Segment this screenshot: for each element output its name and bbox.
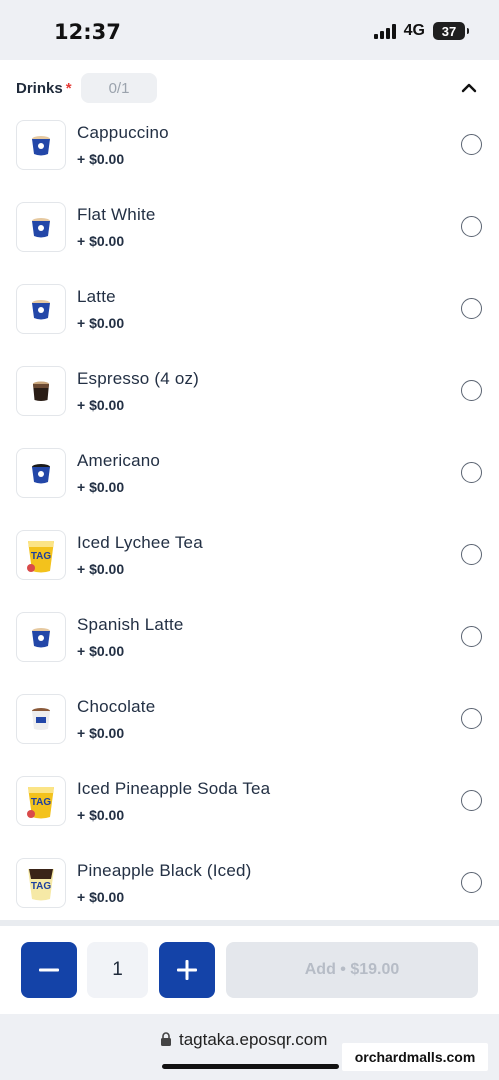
drink-price: + $0.00 — [77, 479, 125, 495]
watermark: orchardmalls.com — [342, 1043, 488, 1071]
svg-text:TAG: TAG — [31, 551, 52, 562]
drink-radio-button[interactable] — [461, 380, 482, 401]
chocolate-cup-icon — [16, 694, 66, 744]
order-footer: 1 Add • $19.00 — [0, 926, 499, 1014]
quantity-value[interactable]: 1 — [87, 942, 148, 998]
status-bar: 12:37 4G 37 — [0, 0, 499, 60]
iced-drink-icon: TAG — [16, 530, 66, 580]
drink-price: + $0.00 — [77, 561, 125, 577]
lock-icon — [161, 1032, 171, 1046]
home-indicator — [162, 1064, 339, 1069]
svg-text:TAG: TAG — [31, 881, 52, 892]
iced-dark-drink-icon: TAG — [16, 858, 66, 908]
section-title: Drinks * — [16, 80, 72, 97]
drink-option-row[interactable]: Latte + $0.00 — [0, 280, 499, 362]
status-time: 12:37 — [54, 20, 121, 44]
drink-radio-button[interactable] — [461, 462, 482, 483]
drink-option-row[interactable]: Flat White + $0.00 — [0, 198, 499, 280]
drink-option-row[interactable]: Spanish Latte + $0.00 — [0, 608, 499, 690]
chevron-up-icon[interactable] — [459, 78, 479, 98]
drink-option-row[interactable]: TAG Iced Lychee Tea + $0.00 — [0, 526, 499, 608]
add-to-order-button[interactable]: Add • $19.00 — [226, 942, 478, 998]
drink-name: Iced Lychee Tea — [77, 533, 203, 552]
svg-text:TAG: TAG — [31, 797, 52, 808]
drink-price: + $0.00 — [77, 233, 125, 249]
drink-option-row[interactable]: Espresso (4 oz) + $0.00 — [0, 362, 499, 444]
cup-icon — [16, 612, 66, 662]
drink-radio-button[interactable] — [461, 790, 482, 811]
drink-radio-button[interactable] — [461, 708, 482, 729]
drink-name: Chocolate — [77, 697, 156, 716]
drink-name: Flat White — [77, 205, 156, 224]
drink-option-row[interactable]: Americano + $0.00 — [0, 444, 499, 526]
drink-price: + $0.00 — [77, 151, 125, 167]
drink-price: + $0.00 — [77, 643, 125, 659]
cellular-signal-icon — [373, 23, 396, 39]
cup-icon — [16, 120, 66, 170]
iced-drink-icon: TAG — [16, 776, 66, 826]
plus-icon — [177, 960, 197, 980]
increase-quantity-button[interactable] — [159, 942, 215, 998]
drink-price: + $0.00 — [77, 397, 125, 413]
drink-option-row[interactable]: Chocolate + $0.00 — [0, 690, 499, 772]
drink-radio-button[interactable] — [461, 872, 482, 893]
section-title-text: Drinks — [16, 80, 63, 97]
status-indicators: 4G 37 — [373, 22, 469, 40]
selection-counter: 0/1 — [81, 73, 157, 103]
drink-price: + $0.00 — [77, 725, 125, 741]
cup-icon — [16, 284, 66, 334]
drink-price: + $0.00 — [77, 315, 125, 331]
drink-option-row[interactable]: Cappuccino + $0.00 — [0, 116, 499, 198]
drink-name: Cappuccino — [77, 123, 169, 142]
drink-name: Latte — [77, 287, 116, 306]
dark-cup-icon — [16, 448, 66, 498]
cup-icon — [16, 202, 66, 252]
drinks-section-header[interactable]: Drinks * 0/1 — [0, 60, 499, 116]
drink-radio-button[interactable] — [461, 626, 482, 647]
drink-price: + $0.00 — [77, 889, 125, 905]
decrease-quantity-button[interactable] — [21, 942, 77, 998]
drink-radio-button[interactable] — [461, 544, 482, 565]
drink-name: Pineapple Black (Iced) — [77, 861, 252, 880]
url-text[interactable]: tagtaka.eposqr.com — [179, 1030, 327, 1050]
drink-name: Americano — [77, 451, 161, 470]
battery-icon: 37 — [433, 22, 469, 40]
drink-name: Espresso (4 oz) — [77, 369, 200, 388]
drink-price: + $0.00 — [77, 807, 125, 823]
drink-option-row[interactable]: TAG Iced Pineapple Soda Tea + $0.00 — [0, 772, 499, 854]
network-type: 4G — [403, 22, 425, 39]
drink-radio-button[interactable] — [461, 216, 482, 237]
drink-name: Spanish Latte — [77, 615, 184, 634]
minus-icon — [39, 968, 59, 972]
drink-name: Iced Pineapple Soda Tea — [77, 779, 271, 798]
drink-radio-button[interactable] — [461, 298, 482, 319]
espresso-icon — [16, 366, 66, 416]
required-mark: * — [65, 80, 72, 97]
drink-radio-button[interactable] — [461, 134, 482, 155]
